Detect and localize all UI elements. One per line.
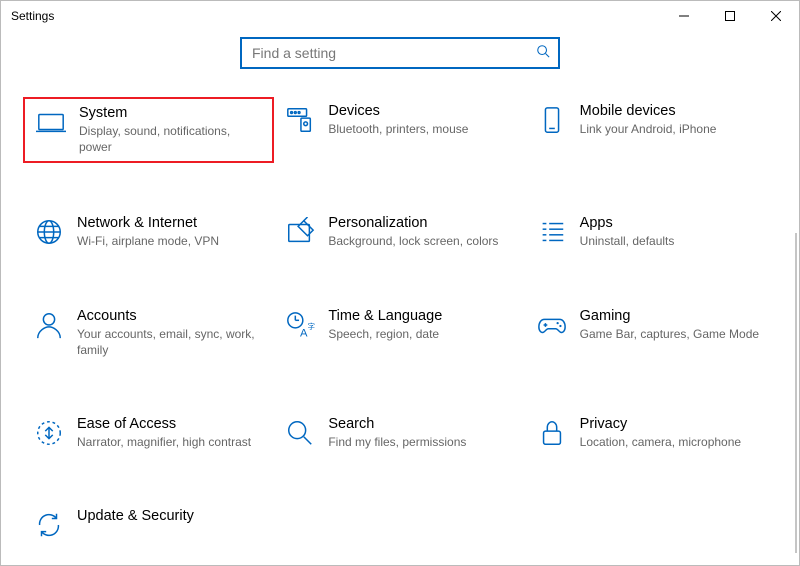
maximize-button[interactable] [707,1,753,31]
category-accounts[interactable]: Accounts Your accounts, email, sync, wor… [23,302,274,364]
category-network[interactable]: Network & Internet Wi-Fi, airplane mode,… [23,209,274,255]
minimize-button[interactable] [661,1,707,31]
category-title: Time & Language [328,308,442,324]
category-desc: Uninstall, defaults [580,233,675,249]
search-input[interactable] [250,44,536,62]
window-title: Settings [11,9,54,23]
time-icon: A字 [278,308,322,340]
network-icon [27,215,71,247]
gaming-icon [530,308,574,340]
search-wrap [1,37,799,69]
category-time[interactable]: A字 Time & Language Speech, region, date [274,302,525,364]
category-title: System [79,105,258,121]
close-button[interactable] [753,1,799,31]
personalization-icon [278,215,322,247]
category-gaming[interactable]: Gaming Game Bar, captures, Game Mode [526,302,777,364]
category-desc: Game Bar, captures, Game Mode [580,326,759,342]
mobile-icon [530,103,574,135]
apps-icon [530,215,574,247]
category-desc: Background, lock screen, colors [328,233,498,249]
search-category-icon [278,416,322,448]
category-personalization[interactable]: Personalization Background, lock screen,… [274,209,525,255]
update-icon [27,508,71,540]
categories-grid: System Display, sound, notifications, po… [1,97,799,556]
category-title: Accounts [77,308,260,324]
category-title: Mobile devices [580,103,717,119]
accounts-icon [27,308,71,340]
svg-text:字: 字 [308,320,316,330]
privacy-icon [530,416,574,448]
category-desc: Your accounts, email, sync, work, family [77,326,260,358]
devices-icon [278,103,322,135]
category-desc: Display, sound, notifications, power [79,123,258,155]
category-desc: Link your Android, iPhone [580,121,717,137]
category-title: Apps [580,215,675,231]
titlebar: Settings [1,1,799,31]
category-system[interactable]: System Display, sound, notifications, po… [23,97,274,163]
category-title: Privacy [580,416,741,432]
category-desc: Narrator, magnifier, high contrast [77,434,251,450]
category-search[interactable]: Search Find my files, permissions [274,410,525,456]
category-title: Devices [328,103,468,119]
scrollbar[interactable] [795,233,797,553]
category-devices[interactable]: Devices Bluetooth, printers, mouse [274,97,525,163]
category-desc: Speech, region, date [328,326,442,342]
category-desc: Find my files, permissions [328,434,466,450]
category-desc: Bluetooth, printers, mouse [328,121,468,137]
ease-icon [27,416,71,448]
category-title: Update & Security [77,508,194,524]
category-title: Network & Internet [77,215,219,231]
category-title: Ease of Access [77,416,251,432]
category-title: Gaming [580,308,759,324]
category-title: Search [328,416,466,432]
category-mobile[interactable]: Mobile devices Link your Android, iPhone [526,97,777,163]
system-icon [29,105,73,137]
category-desc: Location, camera, microphone [580,434,741,450]
search-box[interactable] [240,37,560,69]
search-icon [536,44,550,63]
category-update[interactable]: Update & Security [23,502,275,546]
window-controls [661,1,799,31]
category-privacy[interactable]: Privacy Location, camera, microphone [526,410,777,456]
category-ease-of-access[interactable]: Ease of Access Narrator, magnifier, high… [23,410,274,456]
category-title: Personalization [328,215,498,231]
category-apps[interactable]: Apps Uninstall, defaults [526,209,777,255]
category-desc: Wi-Fi, airplane mode, VPN [77,233,219,249]
